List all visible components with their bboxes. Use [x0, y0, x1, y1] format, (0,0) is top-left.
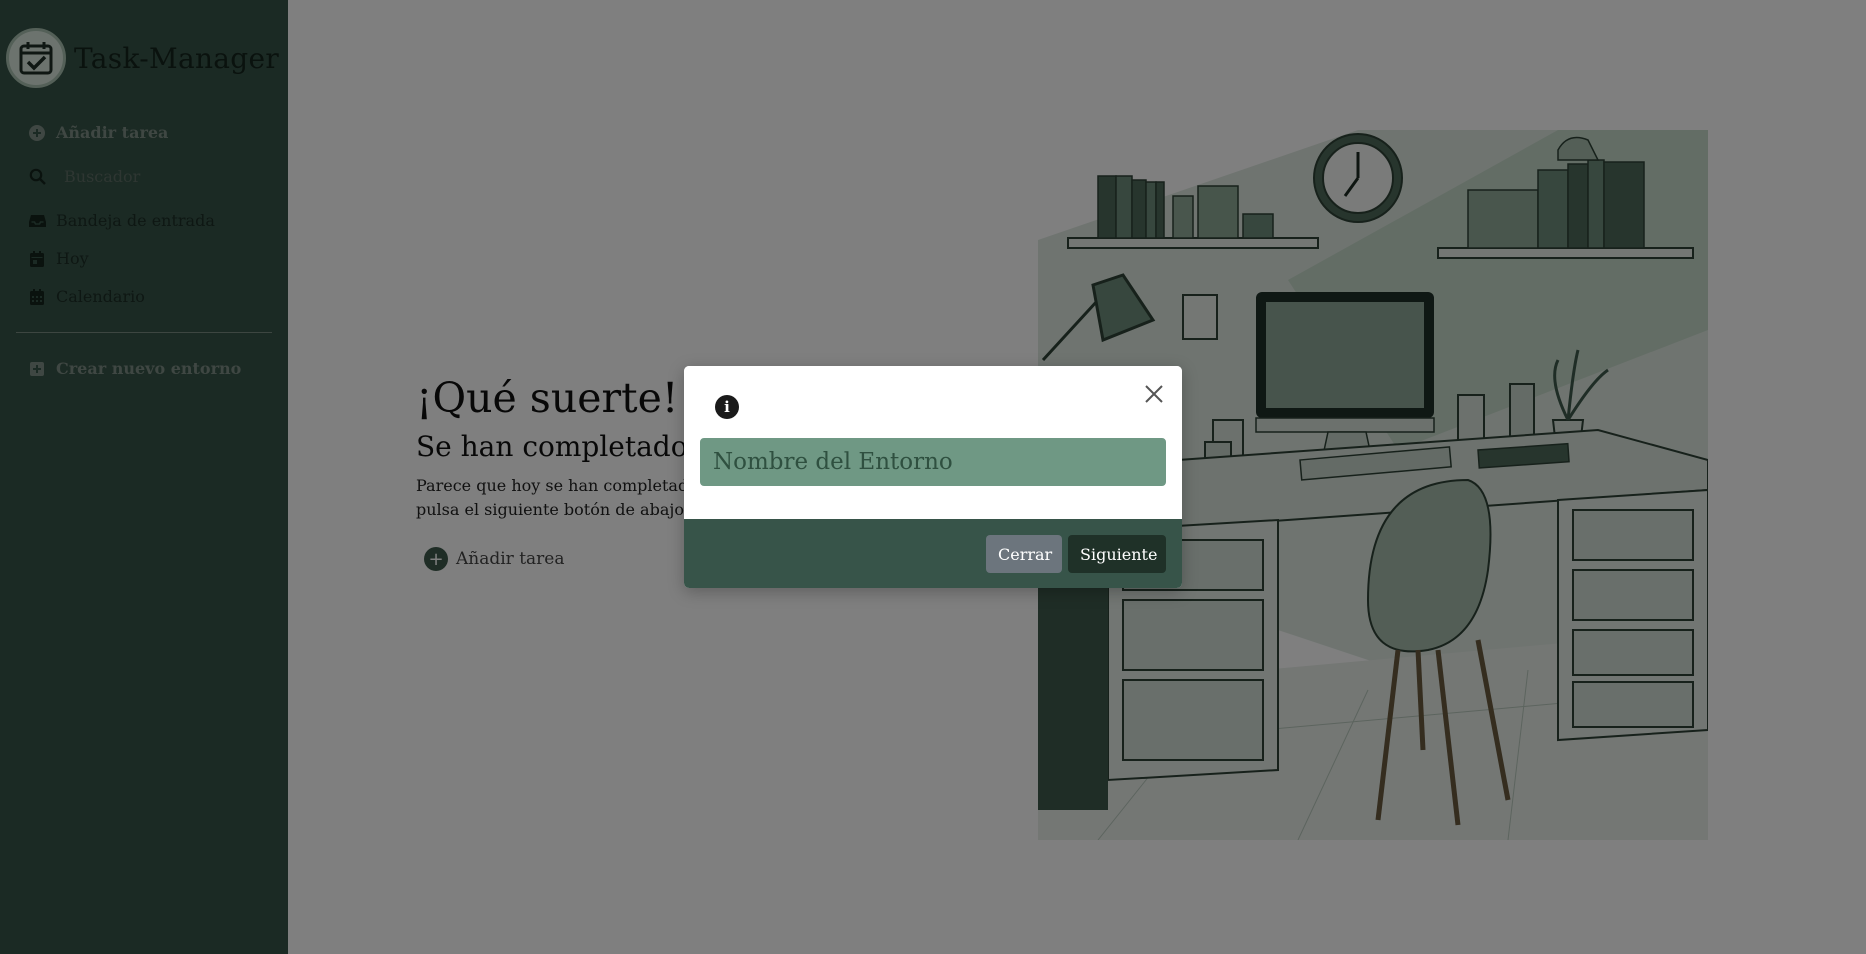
close-button[interactable]: Cerrar	[986, 535, 1062, 573]
next-button[interactable]: Siguiente	[1068, 535, 1166, 573]
modal-footer: Cerrar Siguiente	[684, 519, 1182, 588]
info-icon: i	[715, 395, 739, 419]
modal-body: i	[684, 366, 1182, 519]
create-environment-modal: i Cerrar Siguiente	[684, 366, 1182, 588]
environment-name-input[interactable]	[700, 438, 1166, 486]
close-icon[interactable]	[1142, 382, 1166, 406]
